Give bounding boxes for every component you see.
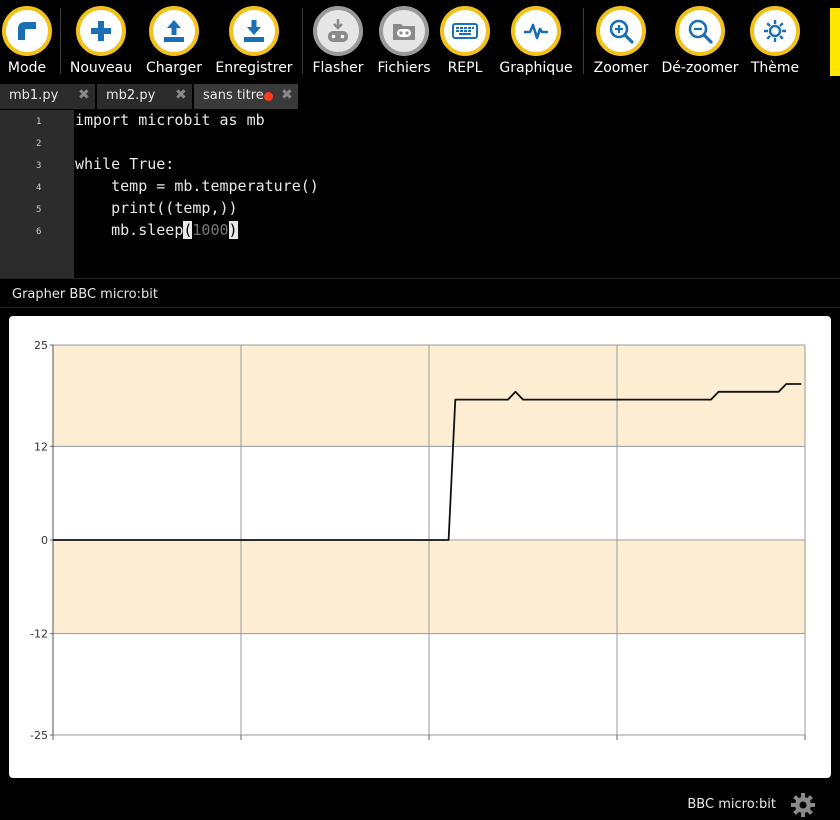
close-icon[interactable]: ✖: [175, 87, 187, 103]
save-button[interactable]: Enregistrer: [209, 6, 299, 76]
load-label: Charger: [146, 60, 202, 76]
close-icon[interactable]: ✖: [78, 87, 90, 103]
code-token: mb.sleep: [75, 221, 184, 239]
gear-icon: [750, 6, 800, 56]
line-number: 4: [36, 183, 42, 193]
line-number: 3: [36, 161, 42, 171]
device-name: BBC micro:bit: [687, 797, 776, 812]
tab-bar: mb1.py ✖ mb2.py ✖ sans titre ✖: [0, 84, 840, 110]
y-tick-label: -12: [30, 628, 48, 641]
number-literal: 1000: [192, 221, 229, 239]
tab-label: mb1.py: [9, 88, 59, 103]
line-number-gutter: 1 2 3 4 5 6: [0, 110, 74, 278]
theme-button[interactable]: Thème: [730, 6, 820, 76]
code-line: print((temp,)): [75, 199, 238, 217]
pulse-icon: [511, 6, 561, 56]
plotter-label: Graphique: [499, 60, 573, 76]
toolbar: Mode Nouveau Charger Enregistrer Flasher…: [0, 0, 840, 82]
line-number: 1: [36, 117, 42, 127]
tab-label: mb2.py: [106, 88, 156, 103]
unsaved-dot-icon: [264, 92, 273, 101]
code-editor[interactable]: 1 2 3 4 5 6 import microbit as mb while …: [0, 110, 840, 278]
tab-mb2[interactable]: mb2.py ✖: [97, 84, 193, 109]
download-icon: [229, 6, 279, 56]
settings-gear-icon[interactable]: [790, 792, 816, 818]
tab-untitled[interactable]: sans titre ✖: [194, 84, 299, 109]
code-line: while True:: [75, 155, 175, 173]
zoom-out-icon: [675, 6, 725, 56]
save-label: Enregistrer: [215, 60, 293, 76]
upload-icon: [149, 6, 199, 56]
code-line: temp = mb.temperature(): [75, 177, 319, 195]
line-number: 2: [36, 139, 42, 149]
tab-label: sans titre: [203, 88, 264, 103]
zoom-in-label: Zoomer: [593, 60, 649, 76]
keyboard-icon: [440, 6, 490, 56]
plot-chart: 25 12 0 -12 -25: [30, 339, 806, 742]
line-number: 5: [36, 205, 42, 215]
theme-label: Thème: [750, 60, 800, 76]
plotter-panel: 25 12 0 -12 -25: [9, 316, 831, 778]
y-tick-label: 12: [34, 440, 48, 453]
tab-mb1[interactable]: mb1.py ✖: [0, 84, 96, 109]
zoom-in-button[interactable]: Zoomer: [576, 6, 666, 76]
plotter-title: Grapher BBC micro:bit: [0, 278, 840, 308]
close-icon[interactable]: ✖: [281, 87, 293, 103]
mode-icon: [2, 6, 52, 56]
flash-icon: [313, 6, 363, 56]
plotter-button[interactable]: Graphique: [491, 6, 581, 76]
line-number: 6: [36, 227, 42, 237]
plus-icon: [76, 6, 126, 56]
load-button[interactable]: Charger: [129, 6, 219, 76]
matched-bracket: ): [228, 221, 238, 239]
y-tick-label: 25: [34, 339, 48, 352]
status-bar: BBC micro:bit: [0, 786, 840, 820]
code-line: mb.sleep(1000): [75, 221, 238, 239]
toolbar-edge-strip: [830, 8, 840, 76]
y-tick-label: 0: [41, 534, 48, 547]
zoom-in-icon: [596, 6, 646, 56]
code-line: import microbit as mb: [75, 111, 265, 129]
y-tick-label: -25: [30, 729, 48, 742]
